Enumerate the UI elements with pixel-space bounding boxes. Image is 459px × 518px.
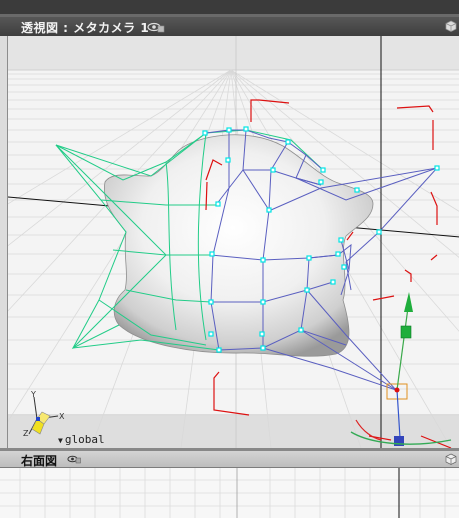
coordinate-system-dropdown[interactable]: ▼ global bbox=[58, 433, 105, 446]
perspective-viewport[interactable] bbox=[7, 36, 459, 448]
blob-mesh[interactable] bbox=[103, 134, 374, 357]
perspective-view-title: 透視図 : メタカメラ 1 bbox=[21, 21, 150, 35]
eye-icon[interactable] bbox=[67, 454, 81, 464]
view-cube-icon[interactable] bbox=[445, 453, 457, 465]
right-view-grid bbox=[0, 468, 459, 518]
top-toolbar-strip bbox=[0, 0, 459, 17]
dropdown-triangle-icon: ▼ bbox=[58, 436, 63, 445]
eye-icon[interactable] bbox=[147, 21, 165, 33]
scene-canvas[interactable] bbox=[8, 36, 459, 448]
perspective-view-header[interactable]: 透視図 : メタカメラ 1 bbox=[0, 17, 459, 36]
coordinate-system-label: global bbox=[64, 433, 105, 446]
right-view-header[interactable]: 右面図 bbox=[0, 451, 459, 468]
right-viewport[interactable] bbox=[0, 468, 459, 518]
horizon-band bbox=[8, 36, 459, 70]
axis-label-y: Y bbox=[30, 390, 36, 399]
axis-label-x: X bbox=[59, 412, 65, 421]
right-view-title: 右面図 bbox=[21, 454, 58, 468]
axis-label-z: Z bbox=[23, 429, 29, 438]
view-cube-icon[interactable] bbox=[445, 20, 457, 32]
